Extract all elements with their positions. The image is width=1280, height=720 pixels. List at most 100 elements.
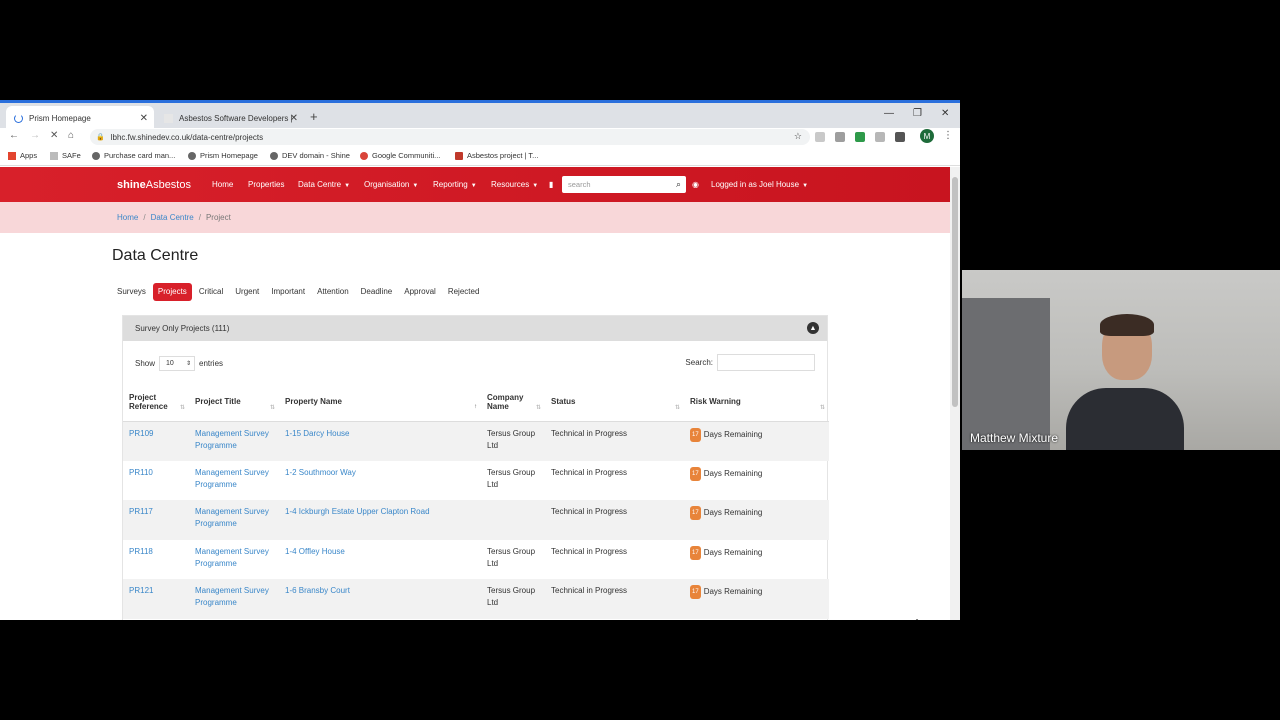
page-scrollbar[interactable] [950, 167, 960, 620]
entries-select[interactable]: 10 ⇕ [159, 356, 196, 371]
scroll-thumb[interactable] [952, 177, 958, 407]
project-ref-link[interactable]: PR109 [129, 429, 153, 438]
bookmark-purchase-card[interactable]: Purchase card man... [92, 151, 175, 160]
nav-organisation[interactable]: Organisation ▼ [364, 180, 418, 189]
tab-approval[interactable]: Approval [399, 283, 441, 301]
col-risk-warning[interactable]: Risk Warning ⇅ [684, 383, 829, 422]
col-status[interactable]: Status ⇅ [545, 383, 684, 422]
extension-icon[interactable] [895, 132, 905, 142]
close-tab-icon[interactable]: ✕ [290, 113, 298, 124]
browser-menu-icon[interactable]: ⋮ [943, 130, 953, 141]
extension-icon[interactable] [835, 132, 845, 142]
show-entries: Show 10 ⇕ entries [135, 356, 223, 371]
property-name-link[interactable]: 1-2 Southmoor Way [285, 468, 356, 477]
bookmark-safe[interactable]: SAFe [50, 151, 81, 160]
col-project-title[interactable]: Project Title ⇅ [189, 383, 279, 422]
user-menu[interactable]: Logged in as Joel House ▼ [711, 180, 808, 189]
nav-properties[interactable]: Properties [248, 180, 284, 189]
col-property-name[interactable]: Property Name ↑ [279, 383, 481, 422]
nav-home[interactable]: Home [212, 180, 233, 189]
nav-resources[interactable]: Resources ▼ [491, 180, 538, 189]
web-page: shineAsbestos Home Properties Data Centr… [0, 167, 950, 620]
bookmark-prism-homepage[interactable]: Prism Homepage [188, 151, 258, 160]
risk-text: Days Remaining [703, 508, 763, 518]
property-name-link[interactable]: 1-6 Bransby Court [285, 586, 350, 595]
site-search-input[interactable]: search ⌕ [562, 176, 686, 193]
tab-rejected[interactable]: Rejected [443, 283, 485, 301]
property-name-link[interactable]: 1-15 Darcy House [285, 429, 349, 438]
minimize-icon[interactable]: — [884, 108, 894, 119]
maximize-icon[interactable]: ❐ [913, 108, 922, 119]
close-window-icon[interactable]: ✕ [941, 108, 949, 119]
company-name: Tersus Group Ltd [487, 546, 536, 568]
apps-grid-icon [8, 151, 16, 160]
property-name-link[interactable]: 1-4 Offley House [285, 547, 345, 556]
trello-icon [455, 151, 463, 160]
days-badge: 17 [690, 506, 701, 520]
tab-critical[interactable]: Critical [194, 283, 228, 301]
sort-icon: ⇅ [179, 405, 185, 411]
project-title-link[interactable]: Management Survey Programme [195, 429, 269, 450]
status-text: Technical in Progress [551, 467, 628, 477]
status-text: Technical in Progress [551, 546, 628, 556]
project-ref-link[interactable]: PR117 [129, 507, 153, 516]
back-icon[interactable]: ← [9, 130, 19, 141]
tab-attention[interactable]: Attention [312, 283, 354, 301]
caret-down-icon: ▼ [802, 183, 809, 189]
collapse-chevron-up-icon[interactable]: ▲ [807, 322, 819, 334]
nav-reporting[interactable]: Reporting ▼ [433, 180, 477, 189]
brand-logo[interactable]: shineAsbestos [117, 179, 191, 191]
filter-tabs: Surveys Projects Critical Urgent Importa… [112, 283, 486, 301]
breadcrumb: Home / Data Centre / Project [117, 213, 231, 222]
breadcrumb-home[interactable]: Home [117, 213, 138, 222]
profile-avatar[interactable]: M [920, 129, 934, 143]
url-text: lbhc.fw.shinedev.co.uk/data-centre/proje… [110, 132, 264, 142]
extension-icon[interactable] [855, 132, 865, 142]
tab-deadline[interactable]: Deadline [356, 283, 398, 301]
table-search: Search: [685, 354, 815, 371]
table-row: PR109 Management Survey Programme 1-15 D… [123, 421, 829, 461]
project-title-link[interactable]: Management Survey Programme [195, 507, 269, 528]
page-favicon-icon [164, 114, 173, 123]
bookmark-star-icon[interactable]: ☆ [794, 131, 802, 142]
extension-icon[interactable] [815, 132, 825, 142]
extension-icon[interactable] [875, 132, 885, 142]
projects-table: Project Reference ⇅ Project Title ⇅ Proper… [123, 383, 829, 619]
tab-urgent[interactable]: Urgent [230, 283, 264, 301]
tab-surveys[interactable]: Surveys [112, 283, 151, 301]
project-title-link[interactable]: Management Survey Programme [195, 547, 269, 568]
col-company-name[interactable]: Company Name ⇅ [481, 383, 545, 422]
project-ref-link[interactable]: PR110 [129, 468, 153, 477]
sort-asc-icon: ↑ [474, 404, 477, 410]
project-title-link[interactable]: Management Survey Programme [195, 586, 269, 607]
stop-loading-icon[interactable]: ✕ [50, 130, 58, 141]
back-to-top-chevron-up-icon[interactable]: ⌃ [912, 617, 922, 620]
forward-icon[interactable]: → [30, 130, 40, 141]
select-arrows-icon: ⇕ [185, 361, 192, 367]
bookmark-apps[interactable]: Apps [8, 151, 37, 160]
url-field[interactable]: 🔒 lbhc.fw.shinedev.co.uk/data-centre/pro… [90, 129, 810, 145]
nav-data-centre[interactable]: Data Centre ▼ [298, 180, 350, 189]
tab-strip: Prism Homepage ✕ Asbestos Software Devel… [0, 100, 960, 131]
tab-important[interactable]: Important [266, 283, 310, 301]
table-row: PR121 Management Survey Programme 1-6 Br… [123, 579, 829, 619]
bookmark-dev-domain[interactable]: DEV domain - Shine [270, 151, 350, 160]
search-icon[interactable]: ⌕ [676, 179, 681, 190]
caret-down-icon: ▼ [532, 183, 539, 189]
project-ref-link[interactable]: PR118 [129, 547, 153, 556]
bookmark-google-communities[interactable]: Google Communiti... [360, 151, 440, 160]
col-project-reference[interactable]: Project Reference ⇅ [123, 383, 189, 422]
tab-projects[interactable]: Projects [152, 283, 192, 301]
table-search-input[interactable] [717, 354, 815, 371]
breadcrumb-current: Project [205, 213, 231, 222]
breadcrumb-data-centre[interactable]: Data Centre [151, 213, 194, 222]
projects-panel: Survey Only Projects (111) ▲ Show 10 ⇕ en… [122, 315, 829, 620]
project-ref-link[interactable]: PR121 [129, 586, 153, 595]
close-tab-icon[interactable]: ✕ [140, 113, 148, 124]
new-tab-icon[interactable]: + [310, 109, 318, 124]
project-title-link[interactable]: Management Survey Programme [195, 468, 269, 489]
clipboard-icon[interactable]: ▮ [549, 180, 553, 189]
bookmark-asbestos-project[interactable]: Asbestos project | T... [455, 151, 538, 160]
home-icon[interactable]: ⌂ [68, 130, 74, 141]
property-name-link[interactable]: 1-4 Ickburgh Estate Upper Clapton Road [285, 507, 430, 516]
